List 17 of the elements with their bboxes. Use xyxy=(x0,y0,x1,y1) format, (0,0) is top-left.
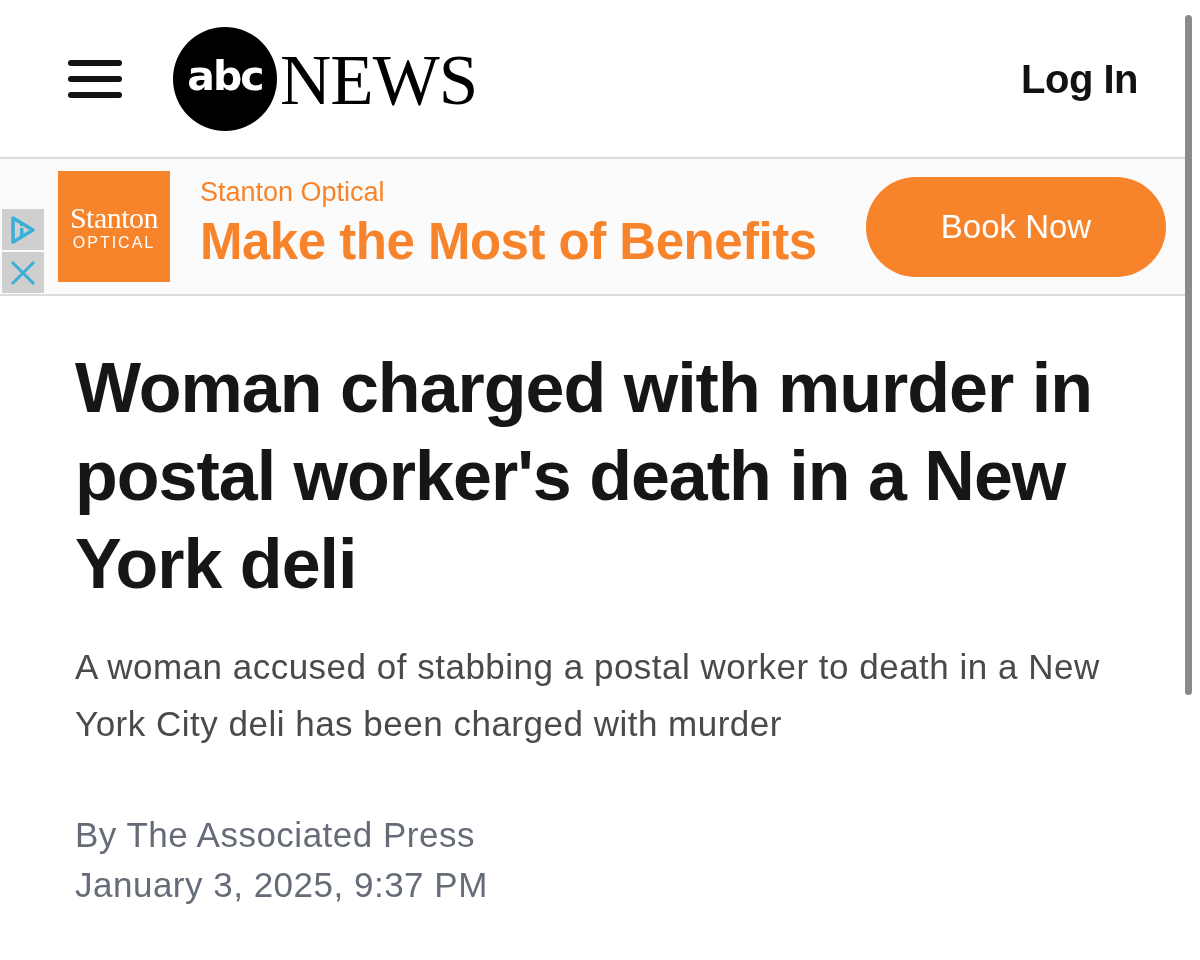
login-link[interactable]: Log In xyxy=(1021,58,1138,99)
ad-headline: Make the Most of Benefits xyxy=(200,211,817,272)
article-date: January 3, 2025, 9:37 PM xyxy=(75,864,488,906)
close-ad-button[interactable] xyxy=(2,252,44,293)
advertiser-logo-name: Stanton xyxy=(69,202,159,233)
article-summary: A woman accused of stabbing a postal worker to death in a New York City deli has been charged with murder xyxy=(75,646,1101,745)
logo-mark[interactable]: abc xyxy=(173,26,277,131)
menu-icon xyxy=(68,58,122,99)
article-headline: Woman charged with murder in postal worker's death in a New York deli xyxy=(75,348,1093,605)
advertiser-name: Stanton Optical xyxy=(200,175,386,209)
logo-wordmark[interactable]: NEWS xyxy=(280,45,478,116)
menu-button[interactable] xyxy=(68,58,122,99)
close-icon xyxy=(10,259,36,286)
article-byline: By The Associated Press xyxy=(75,814,475,856)
advertiser-logo-subtitle: OPTICAL xyxy=(72,234,156,251)
scrollbar-thumb[interactable] xyxy=(1185,15,1192,695)
adchoices-icon[interactable] xyxy=(2,209,44,250)
